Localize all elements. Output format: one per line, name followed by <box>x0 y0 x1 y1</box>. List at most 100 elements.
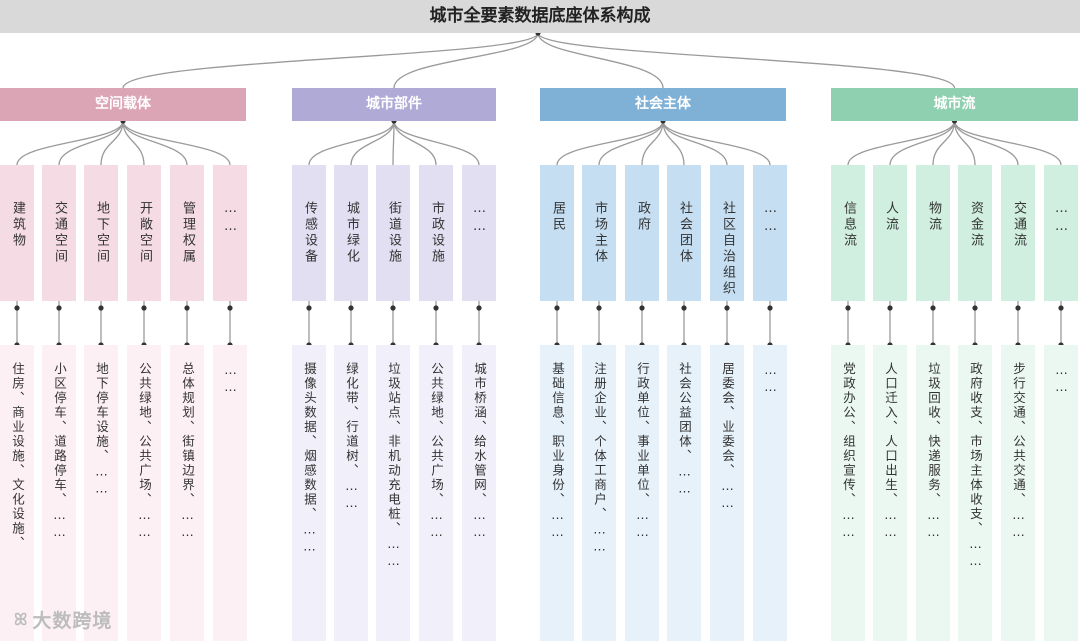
connector-node <box>348 305 354 311</box>
subcategory-box: 居民 <box>540 165 574 301</box>
detail-box: 地下停车设施、…… <box>84 345 118 641</box>
subcategory-box: 地下空间 <box>84 165 118 301</box>
connector-line <box>393 32 539 89</box>
connector-node <box>724 305 730 311</box>
subcategory-box: 信息流 <box>831 165 865 301</box>
detail-box: 人口迁入、人口出生、…… <box>873 345 907 641</box>
detail-text: 地下停车设施、…… <box>94 362 109 498</box>
subcategory-box: 社会团体 <box>667 165 701 301</box>
subcategory-label: 物流 <box>926 201 941 233</box>
subcategory-label: 居民 <box>550 201 565 233</box>
connector-node <box>681 305 687 311</box>
detail-box: …… <box>1044 345 1078 641</box>
detail-text: 垃圾回收、快递服务、…… <box>926 362 941 541</box>
detail-text: …… <box>1054 362 1069 396</box>
subcategory-box: 市场主体 <box>582 165 616 301</box>
subcategory-label: 社区自治组织 <box>720 201 735 297</box>
detail-text: 公共绿地、公共广场、…… <box>429 362 444 541</box>
detail-box: 基础信息、职业身份、…… <box>540 345 574 641</box>
connector-line <box>847 120 956 166</box>
subcategory-label: …… <box>472 201 487 237</box>
subcategory-box: 资金流 <box>958 165 992 301</box>
subcategory-box: …… <box>753 165 787 301</box>
connector-line <box>953 120 1062 166</box>
detail-text: 党政办公、组织宣传、…… <box>841 362 856 541</box>
subcategory-label: 开敞空间 <box>137 201 152 265</box>
connector-node <box>845 305 851 311</box>
subcategory-box: …… <box>1044 165 1078 301</box>
detail-text: 步行交通、公共交通、…… <box>1011 362 1026 541</box>
connector-line <box>350 120 395 166</box>
detail-text: 城市桥涵、给水管网、…… <box>472 362 487 541</box>
detail-box: 城市桥涵、给水管网、…… <box>462 345 496 641</box>
subcategory-box: …… <box>213 165 247 301</box>
connector-node <box>972 305 978 311</box>
connector-node <box>433 305 439 311</box>
connector-node <box>1058 305 1064 311</box>
connector-line <box>393 120 480 166</box>
detail-text: 居委会、业委会、…… <box>720 362 735 512</box>
connector-node <box>639 305 645 311</box>
connector-node <box>390 305 396 311</box>
category-header-space: 空间载体 <box>0 88 246 121</box>
connector-line <box>537 32 956 89</box>
detail-text: 政府收支、市场主体收支、…… <box>968 362 983 570</box>
connector-line <box>662 120 771 166</box>
detail-box: …… <box>213 345 247 641</box>
detail-box: 垃圾回收、快递服务、…… <box>916 345 950 641</box>
detail-box: 摄像头数据、烟感数据、…… <box>292 345 326 641</box>
subcategory-label: …… <box>223 201 238 237</box>
detail-text: 总体规划、街镇边界、…… <box>180 362 195 541</box>
connector-node <box>554 305 560 311</box>
subcategory-box: 开敞空间 <box>127 165 161 301</box>
detail-text: 垃圾站点、非机动充电桩、…… <box>386 362 401 570</box>
detail-text: 小区停车、道路停车、…… <box>52 362 67 541</box>
subcategory-label: 城市绿化 <box>344 201 359 265</box>
subcategory-box: 建筑物 <box>0 165 34 301</box>
diagram-title: 城市全要素数据底座体系构成 <box>0 0 1080 33</box>
subcategory-box: 传感设备 <box>292 165 326 301</box>
detail-box: 总体规划、街镇边界、…… <box>170 345 204 641</box>
subcategory-label: 建筑物 <box>10 201 25 249</box>
connector-node <box>1015 305 1021 311</box>
subcategory-label: 地下空间 <box>94 201 109 265</box>
detail-box: 住房、商业设施、文化设施、 <box>0 345 34 641</box>
detail-box: 行政单位、事业单位、…… <box>625 345 659 641</box>
detail-box: 公共绿地、公共广场、…… <box>127 345 161 641</box>
subcategory-box: 街道设施 <box>376 165 410 301</box>
connector-line <box>16 120 124 166</box>
subcategory-box: 管理权属 <box>170 165 204 301</box>
subcategory-label: 市政设施 <box>429 201 444 265</box>
watermark-text: 大数跨境 <box>32 610 113 632</box>
subcategory-label: 交通流 <box>1011 201 1026 249</box>
subcategory-label: 交通空间 <box>52 201 67 265</box>
subcategory-label: 信息流 <box>841 201 856 249</box>
connector-line <box>308 120 395 166</box>
subcategory-label: 社会团体 <box>677 201 692 265</box>
subcategory-label: 政府 <box>635 201 650 233</box>
connector-line <box>392 120 395 166</box>
connector-line <box>122 120 231 166</box>
detail-box: 注册企业、个体工商户、…… <box>582 345 616 641</box>
connector-line <box>556 120 664 166</box>
category-header-subjects: 社会主体 <box>540 88 786 121</box>
category-header-parts: 城市部件 <box>292 88 496 121</box>
subcategory-label: …… <box>763 201 778 237</box>
detail-text: 行政单位、事业单位、…… <box>635 362 650 541</box>
connector-node <box>476 305 482 311</box>
detail-text: …… <box>223 362 238 396</box>
detail-box: 政府收支、市场主体收支、…… <box>958 345 992 641</box>
connector-node <box>56 305 62 311</box>
detail-box: …… <box>753 345 787 641</box>
subcategory-label: 人流 <box>883 201 898 233</box>
detail-box: 公共绿地、公共广场、…… <box>419 345 453 641</box>
subcategory-box: 交通空间 <box>42 165 76 301</box>
detail-text: 人口迁入、人口出生、…… <box>883 362 898 541</box>
connector-node <box>930 305 936 311</box>
category-header-flows: 城市流 <box>831 88 1078 121</box>
detail-text: 社会公益团体、…… <box>677 362 692 498</box>
detail-text: 住房、商业设施、文化设施、 <box>10 362 25 551</box>
subcategory-label: 管理权属 <box>180 201 195 265</box>
subcategory-box: 政府 <box>625 165 659 301</box>
detail-text: 公共绿地、公共广场、…… <box>137 362 152 541</box>
